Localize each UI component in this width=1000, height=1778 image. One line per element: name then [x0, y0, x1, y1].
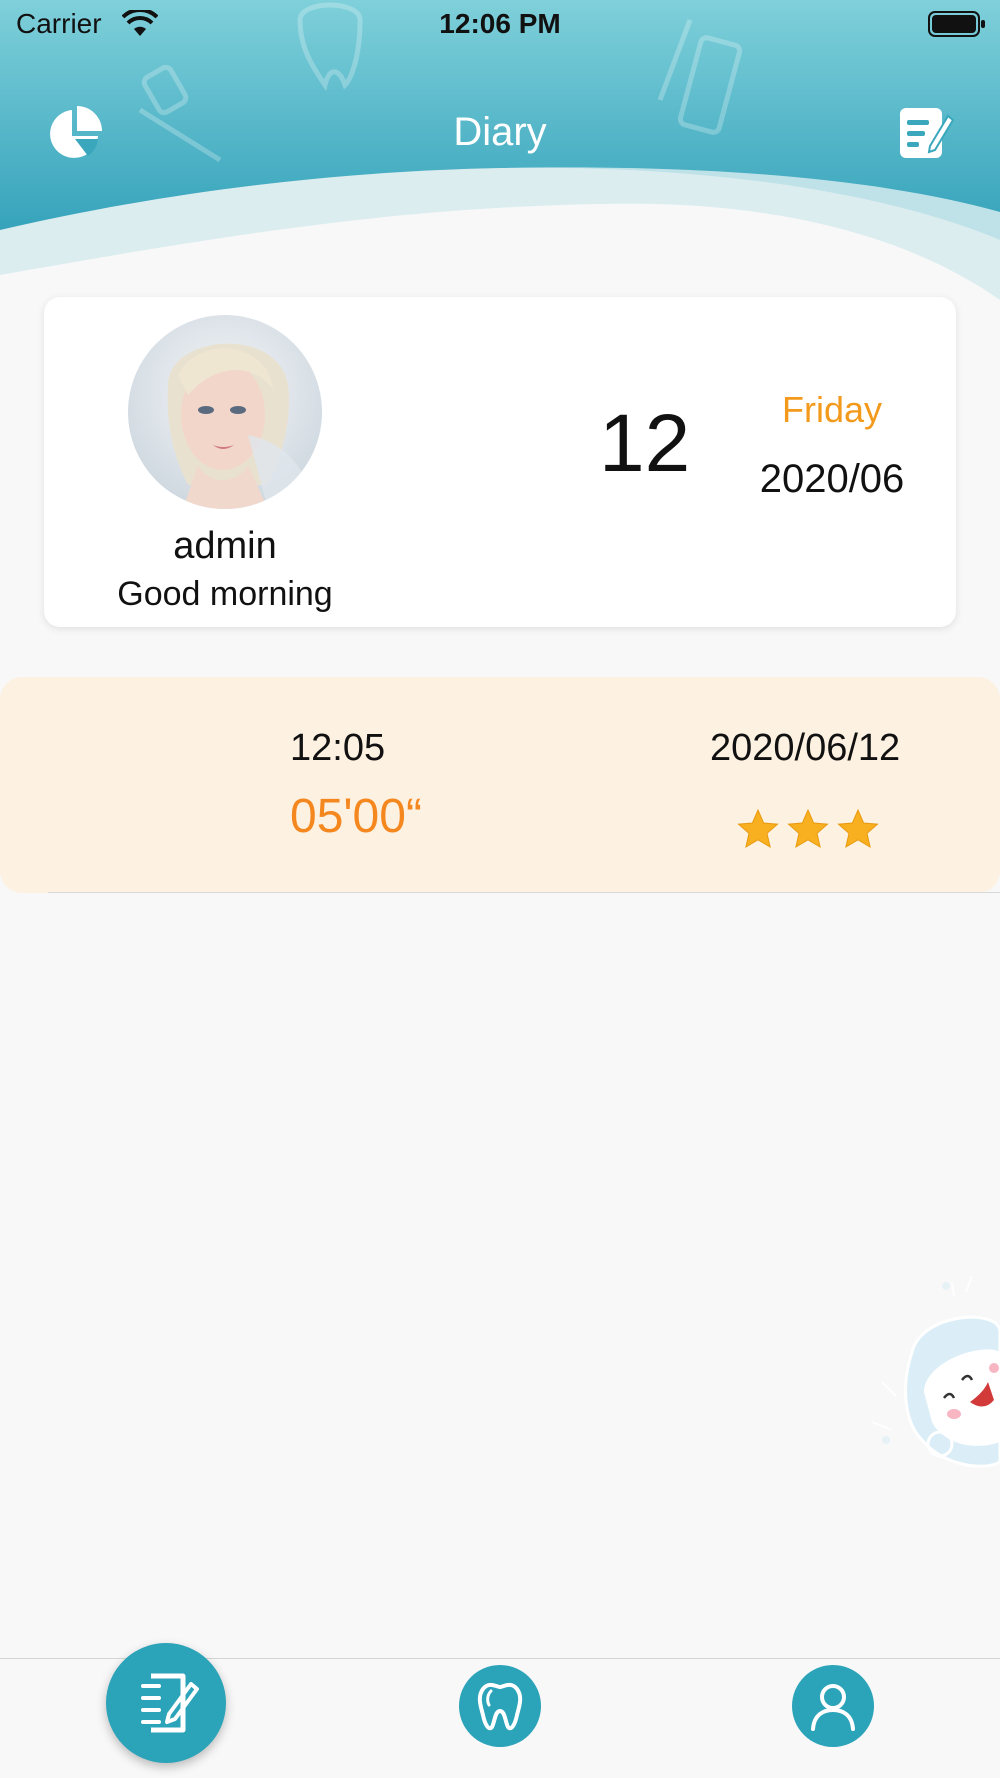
- star-icon: [787, 808, 829, 849]
- tab-profile[interactable]: [792, 1665, 874, 1747]
- tooth-mascot-icon[interactable]: [862, 1272, 1000, 1504]
- user-icon: [811, 1684, 855, 1731]
- year-month-label: 2020/06: [759, 457, 905, 501]
- status-time: 12:06 PM: [439, 8, 561, 39]
- username: admin: [173, 525, 277, 567]
- list-divider: [48, 892, 1000, 893]
- record-rating: [736, 807, 886, 853]
- edit-note-icon[interactable]: [896, 104, 954, 162]
- record-date: 2020/06/12: [710, 727, 901, 769]
- day-number: 12: [599, 398, 691, 489]
- status-bar: Carrier 12:06 PM: [0, 0, 1000, 52]
- diary-edit-icon: [141, 1673, 199, 1733]
- weekday-label: Friday: [781, 389, 883, 430]
- star-icon: [737, 808, 779, 849]
- record-duration: 05'00“: [290, 790, 422, 843]
- tooth-icon: [477, 1682, 523, 1731]
- avatar-image: [128, 315, 322, 509]
- brushing-record-item[interactable]: 12:05 05'00“ 2020/06/12: [0, 677, 1000, 893]
- star-icon: [837, 808, 879, 849]
- page-title: Diary: [453, 110, 547, 154]
- tab-tooth[interactable]: [459, 1665, 541, 1747]
- battery-icon: [928, 11, 985, 37]
- record-time: 12:05: [290, 727, 386, 769]
- greeting-text: Good morning: [117, 575, 333, 613]
- tab-diary[interactable]: [106, 1643, 226, 1763]
- tab-bar: [0, 1643, 1000, 1778]
- header: Carrier 12:06 PM Diary: [0, 0, 1000, 330]
- profile-card: admin Good morning 12 Friday 2020/06: [44, 297, 956, 627]
- avatar[interactable]: [128, 315, 322, 509]
